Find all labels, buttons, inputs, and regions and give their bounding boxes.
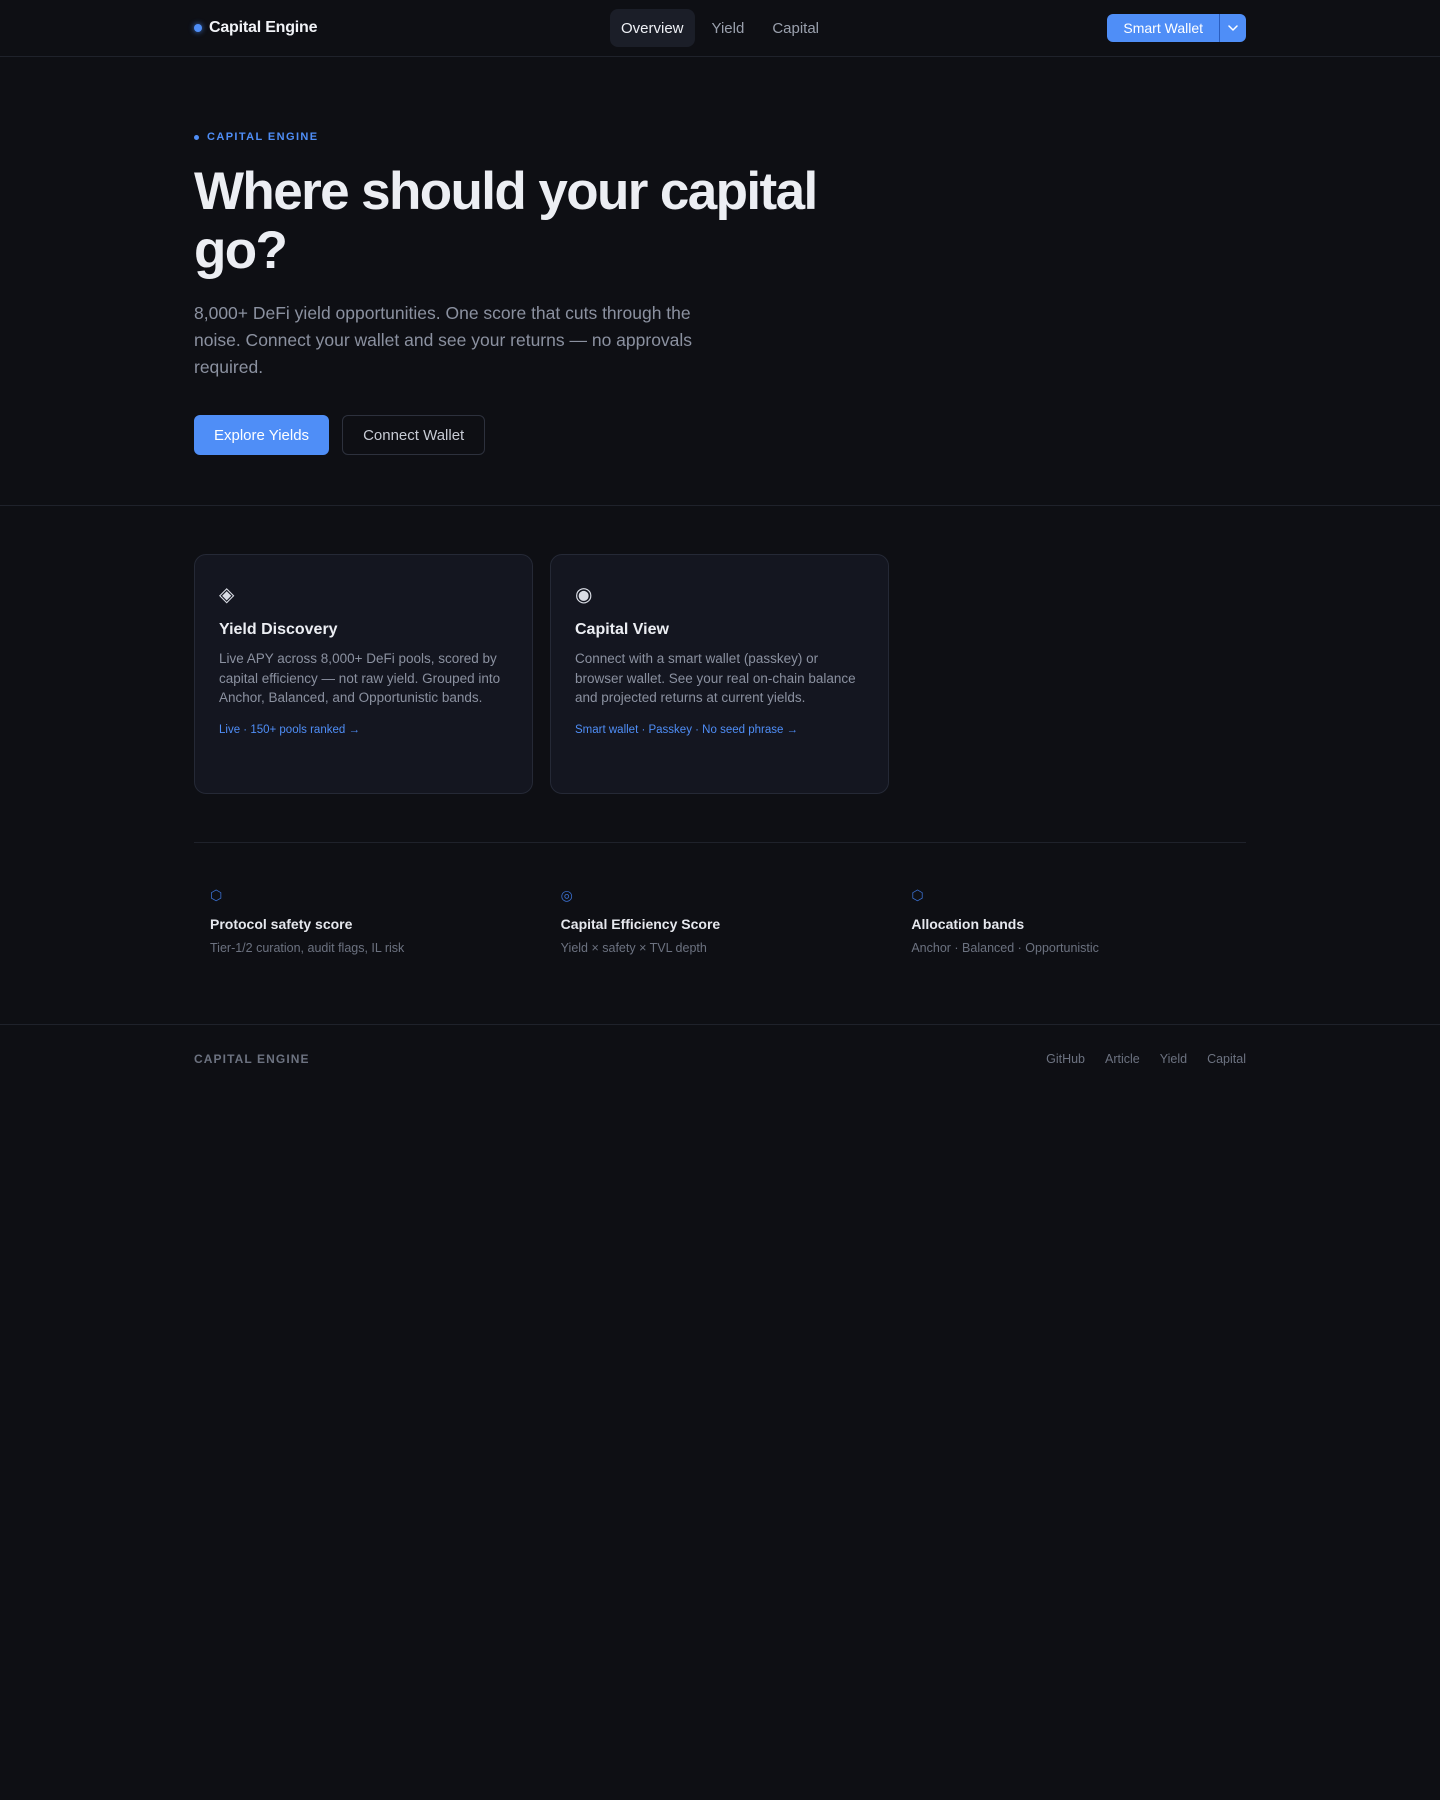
top-navigation-bar: Capital Engine Overview Yield Capital Sm…	[0, 0, 1440, 57]
connect-wallet-button[interactable]: Connect Wallet	[342, 415, 486, 455]
tab-yield[interactable]: Yield	[701, 9, 756, 47]
eyebrow-dot-icon	[194, 134, 199, 140]
hexagon-icon: ⬡	[210, 887, 223, 903]
card-description: Live APY across 8,000+ DeFi pools, score…	[219, 651, 501, 705]
hexagon-icon: ⬡	[911, 887, 924, 903]
explore-yields-button[interactable]: Explore Yields	[194, 415, 330, 455]
card-link[interactable]: Smart wallet · Passkey · No seed phrase …	[575, 724, 864, 736]
footer-link-github[interactable]: GitHub	[1046, 1052, 1085, 1066]
hero-subtext: 8,000+ DeFi yield opportunities. One sco…	[194, 303, 693, 377]
card-title: Yield Discovery	[219, 621, 338, 638]
wallet-button-group: Smart Wallet	[1107, 14, 1246, 42]
chevron-down-icon	[1228, 25, 1238, 31]
hero-headline: Where should your capital go?	[194, 162, 818, 280]
hero-section: CAPITAL ENGINE Where should your capital…	[0, 57, 1440, 506]
footer-link-capital[interactable]: Capital	[1207, 1052, 1246, 1066]
stats-row: ⬡ Protocol safety score Tier-1/2 curatio…	[194, 843, 1246, 1024]
features-section: ◈ Yield Discovery Live APY across 8,000+…	[0, 506, 1440, 1024]
stat-title: Protocol safety score	[210, 916, 353, 932]
footer: CAPITAL ENGINE GitHub Article Yield Capi…	[0, 1024, 1440, 1092]
feature-card-capital-view[interactable]: ◉ Capital View Connect with a smart wall…	[550, 554, 889, 794]
stat-title: Allocation bands	[911, 916, 1025, 932]
eye-target-icon: ◉	[575, 584, 593, 606]
stat-description: Tier-1/2 curation, audit flags, IL risk	[210, 941, 405, 955]
smart-wallet-button[interactable]: Smart Wallet	[1107, 14, 1219, 42]
eyebrow: CAPITAL ENGINE	[194, 130, 1246, 144]
stat-title: Capital Efficiency Score	[560, 916, 721, 932]
concentric-circle-icon: ◎	[560, 887, 573, 903]
wallet-dropdown-button[interactable]	[1219, 14, 1246, 42]
cta-row: Explore Yields Connect Wallet	[194, 415, 1246, 455]
footer-brand: CAPITAL ENGINE	[194, 1051, 310, 1066]
card-description: Connect with a smart wallet (passkey) or…	[575, 651, 856, 705]
brand-name: Capital Engine	[209, 19, 318, 36]
stat-capital-efficiency: ◎ Capital Efficiency Score Yield × safet…	[545, 887, 896, 1024]
card-link[interactable]: Live · 150+ pools ranked →	[219, 724, 508, 736]
feature-cards: ◈ Yield Discovery Live APY across 8,000+…	[194, 554, 1246, 794]
feature-card-yield-discovery[interactable]: ◈ Yield Discovery Live APY across 8,000+…	[194, 554, 533, 794]
footer-link-article[interactable]: Article	[1105, 1052, 1140, 1066]
main-nav: Overview Yield Capital	[609, 9, 830, 47]
diamond-icon: ◈	[219, 584, 235, 606]
footer-link-yield[interactable]: Yield	[1160, 1052, 1187, 1066]
eyebrow-label: CAPITAL ENGINE	[207, 131, 319, 143]
stat-description: Yield × safety × TVL depth	[560, 941, 707, 955]
stat-allocation-bands: ⬡ Allocation bands Anchor · Balanced · O…	[895, 887, 1246, 1024]
tab-overview[interactable]: Overview	[609, 9, 695, 47]
brand-logo-dot-icon	[194, 24, 202, 32]
footer-links: GitHub Article Yield Capital	[1046, 1052, 1246, 1066]
stat-protocol-safety: ⬡ Protocol safety score Tier-1/2 curatio…	[194, 887, 545, 1024]
brand[interactable]: Capital Engine	[194, 19, 318, 37]
stat-description: Anchor · Balanced · Opportunistic	[911, 941, 1099, 955]
card-title: Capital View	[575, 621, 669, 638]
tab-capital[interactable]: Capital	[761, 9, 830, 47]
